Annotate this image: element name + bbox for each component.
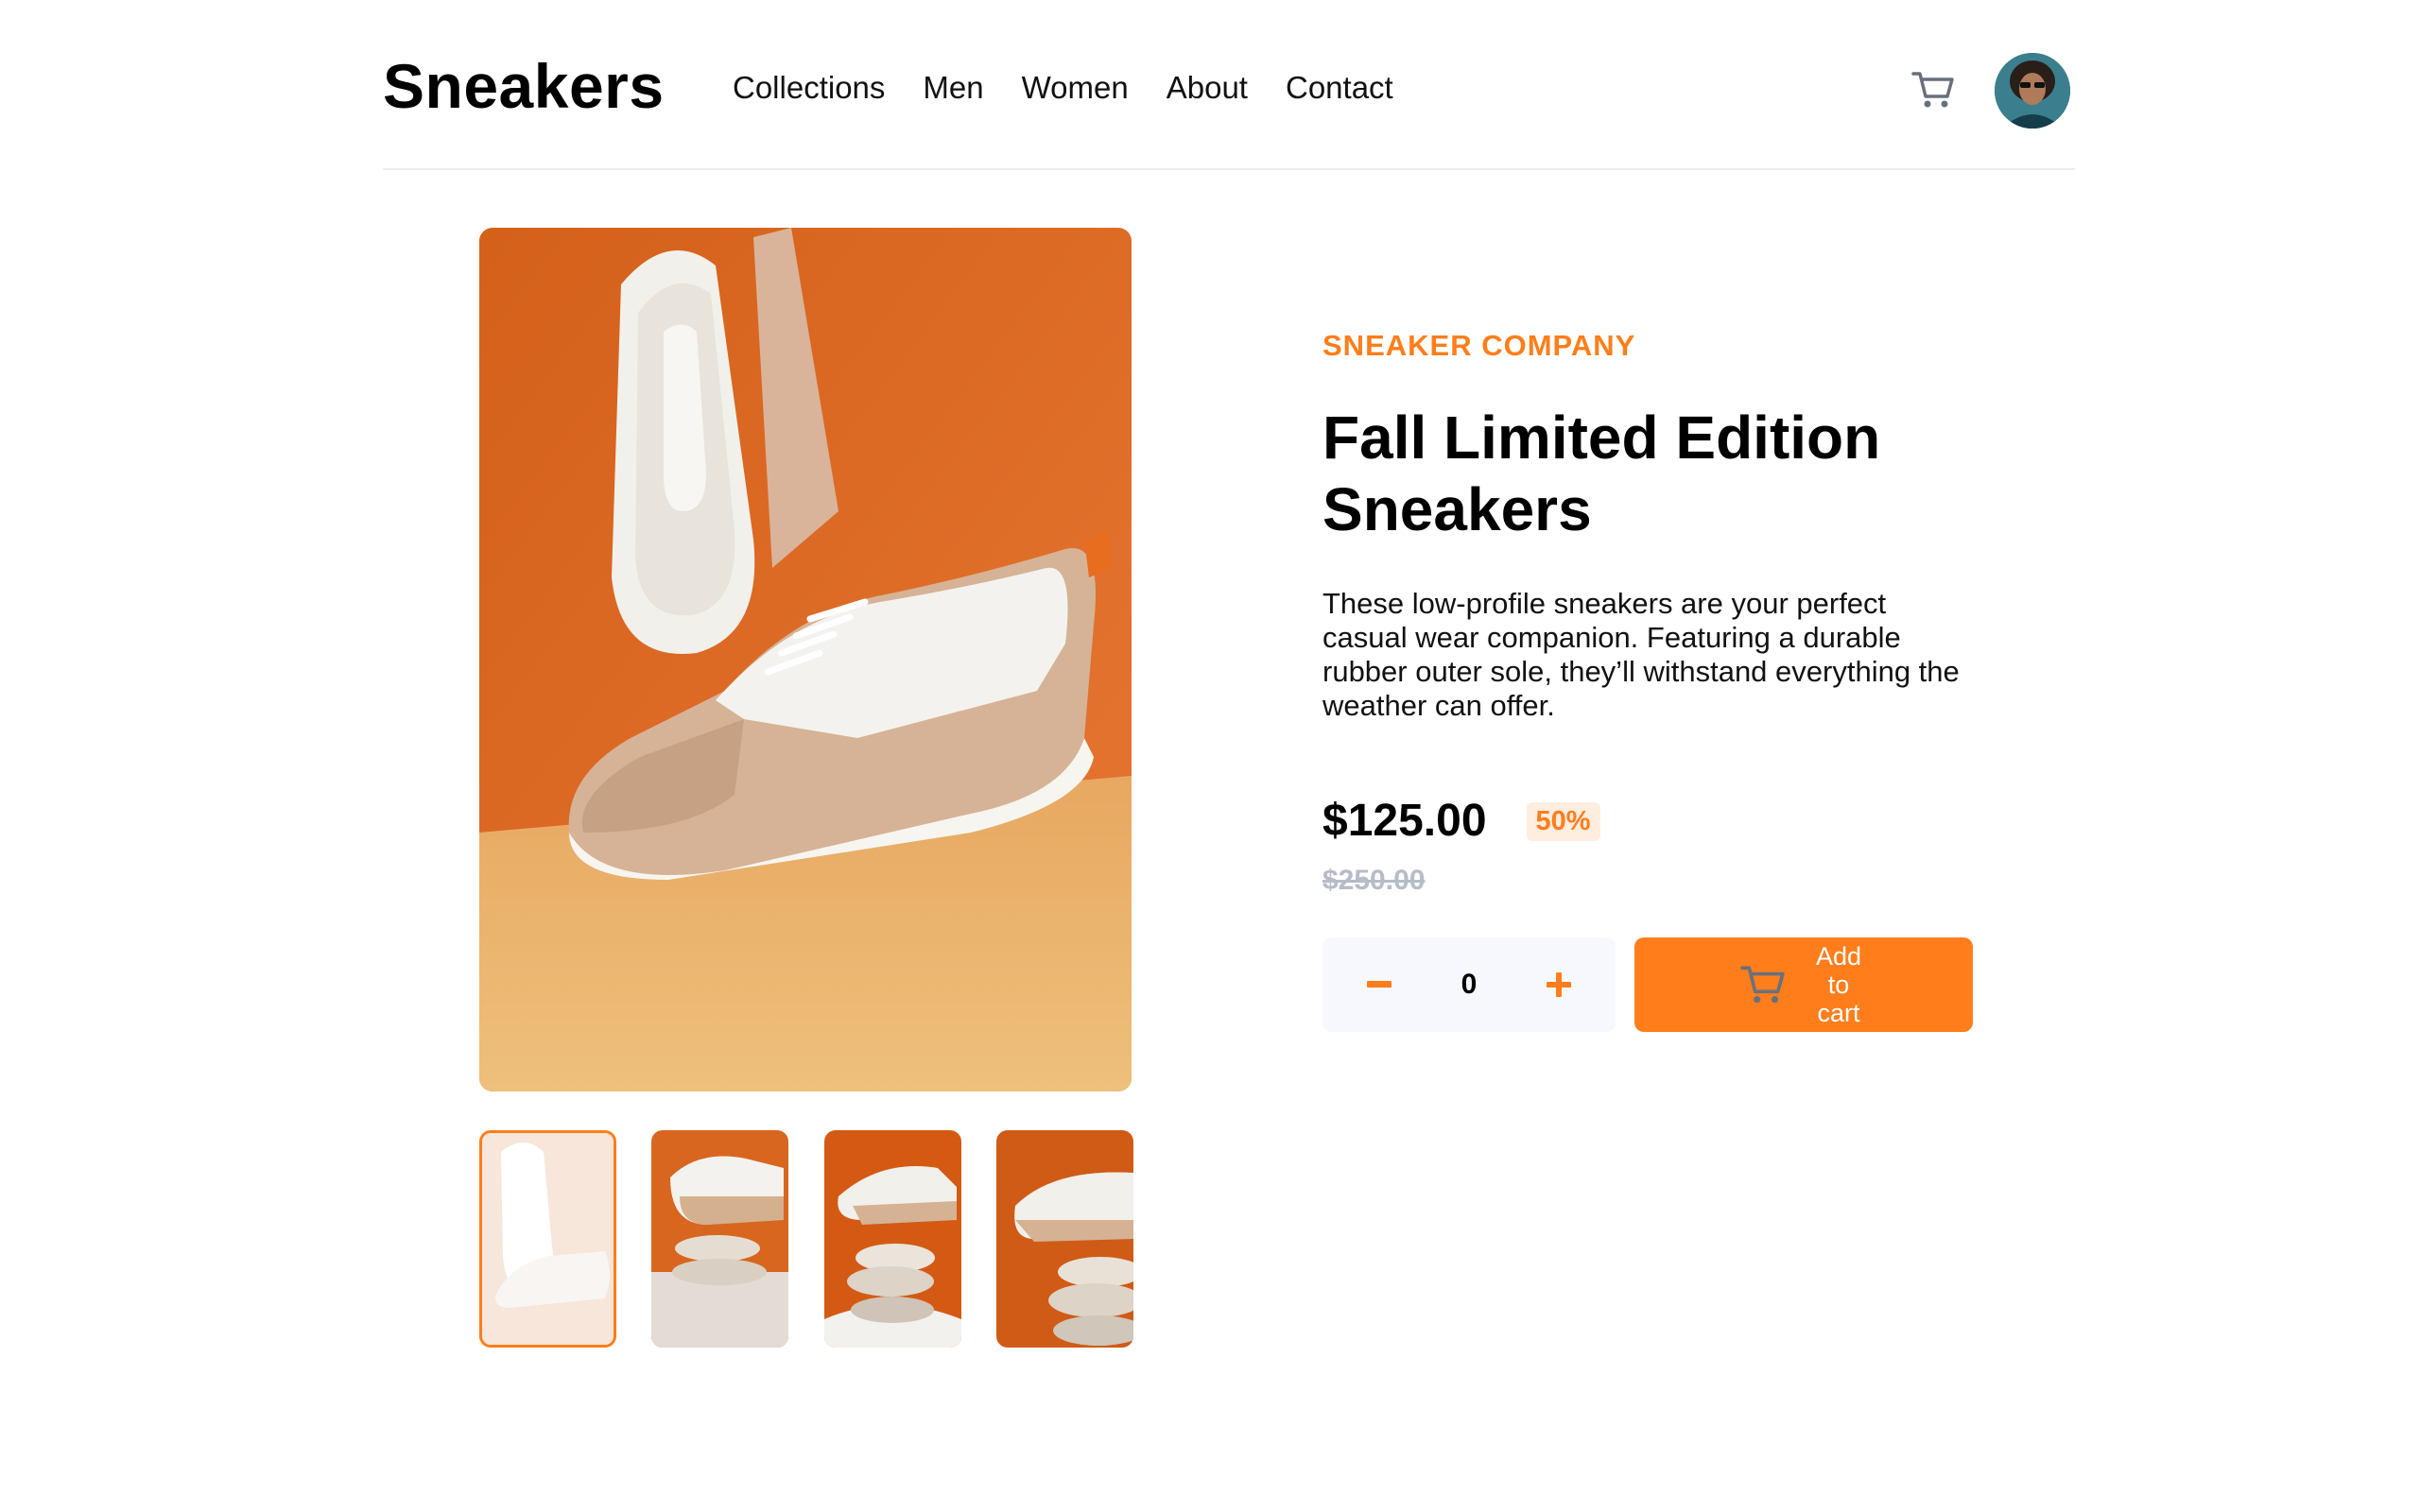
product-details: SNEAKER COMPANY Fall Limited Edition Sne… bbox=[1322, 329, 1984, 1032]
discount-badge: 50% bbox=[1526, 801, 1600, 841]
plus-icon bbox=[1547, 972, 1571, 997]
sneaker-photo bbox=[479, 228, 1132, 1091]
add-to-cart-label: Add to cart bbox=[1815, 942, 1862, 1027]
decrease-quantity-button[interactable] bbox=[1360, 966, 1398, 1004]
main-nav: Collections Men Women About Contact bbox=[733, 72, 1393, 103]
add-to-cart-button[interactable]: Add to cart bbox=[1634, 937, 1973, 1032]
cart-icon bbox=[1740, 966, 1785, 1004]
nav-about[interactable]: About bbox=[1167, 72, 1248, 103]
minus-icon bbox=[1367, 981, 1392, 988]
nav-men[interactable]: Men bbox=[923, 72, 983, 103]
nav-collections[interactable]: Collections bbox=[733, 72, 885, 103]
nav-contact[interactable]: Contact bbox=[1286, 72, 1393, 103]
original-price: $250.00 bbox=[1322, 865, 1426, 896]
thumbnail-1-image bbox=[482, 1133, 614, 1345]
thumbnail-4[interactable] bbox=[996, 1130, 1133, 1348]
thumbnail-3[interactable] bbox=[824, 1130, 961, 1348]
main-product-image[interactable] bbox=[479, 228, 1132, 1091]
quantity-stepper: 0 bbox=[1322, 937, 1616, 1032]
logo[interactable]: Sneakers bbox=[383, 55, 665, 117]
thumbnail-3-image bbox=[824, 1130, 961, 1348]
thumbnail-2[interactable] bbox=[651, 1130, 788, 1348]
product-title: Fall Limited Edition Sneakers bbox=[1322, 404, 1881, 543]
current-price: $125.00 bbox=[1322, 796, 1487, 846]
increase-quantity-button[interactable] bbox=[1540, 966, 1578, 1004]
price-row: $125.00 50% bbox=[1322, 799, 1600, 844]
quantity-value: 0 bbox=[1461, 969, 1478, 1000]
cart-button[interactable] bbox=[1910, 66, 1957, 113]
thumbnail-4-image bbox=[996, 1130, 1133, 1348]
product-description: These low-profile sneakers are your perf… bbox=[1322, 587, 1960, 722]
company-name: SNEAKER COMPANY bbox=[1322, 329, 1636, 362]
nav-women[interactable]: Women bbox=[1022, 72, 1129, 103]
product-page: Sneakers Collections Men Women About Con… bbox=[0, 0, 2420, 1512]
thumbnail-1[interactable] bbox=[479, 1130, 616, 1348]
site-header: Sneakers Collections Men Women About Con… bbox=[383, 38, 2075, 170]
avatar-portrait bbox=[1995, 53, 2070, 129]
thumbnail-strip bbox=[479, 1130, 1133, 1349]
thumbnail-2-image bbox=[651, 1130, 788, 1348]
cart-icon bbox=[1911, 72, 1954, 108]
user-avatar[interactable] bbox=[1995, 53, 2070, 129]
